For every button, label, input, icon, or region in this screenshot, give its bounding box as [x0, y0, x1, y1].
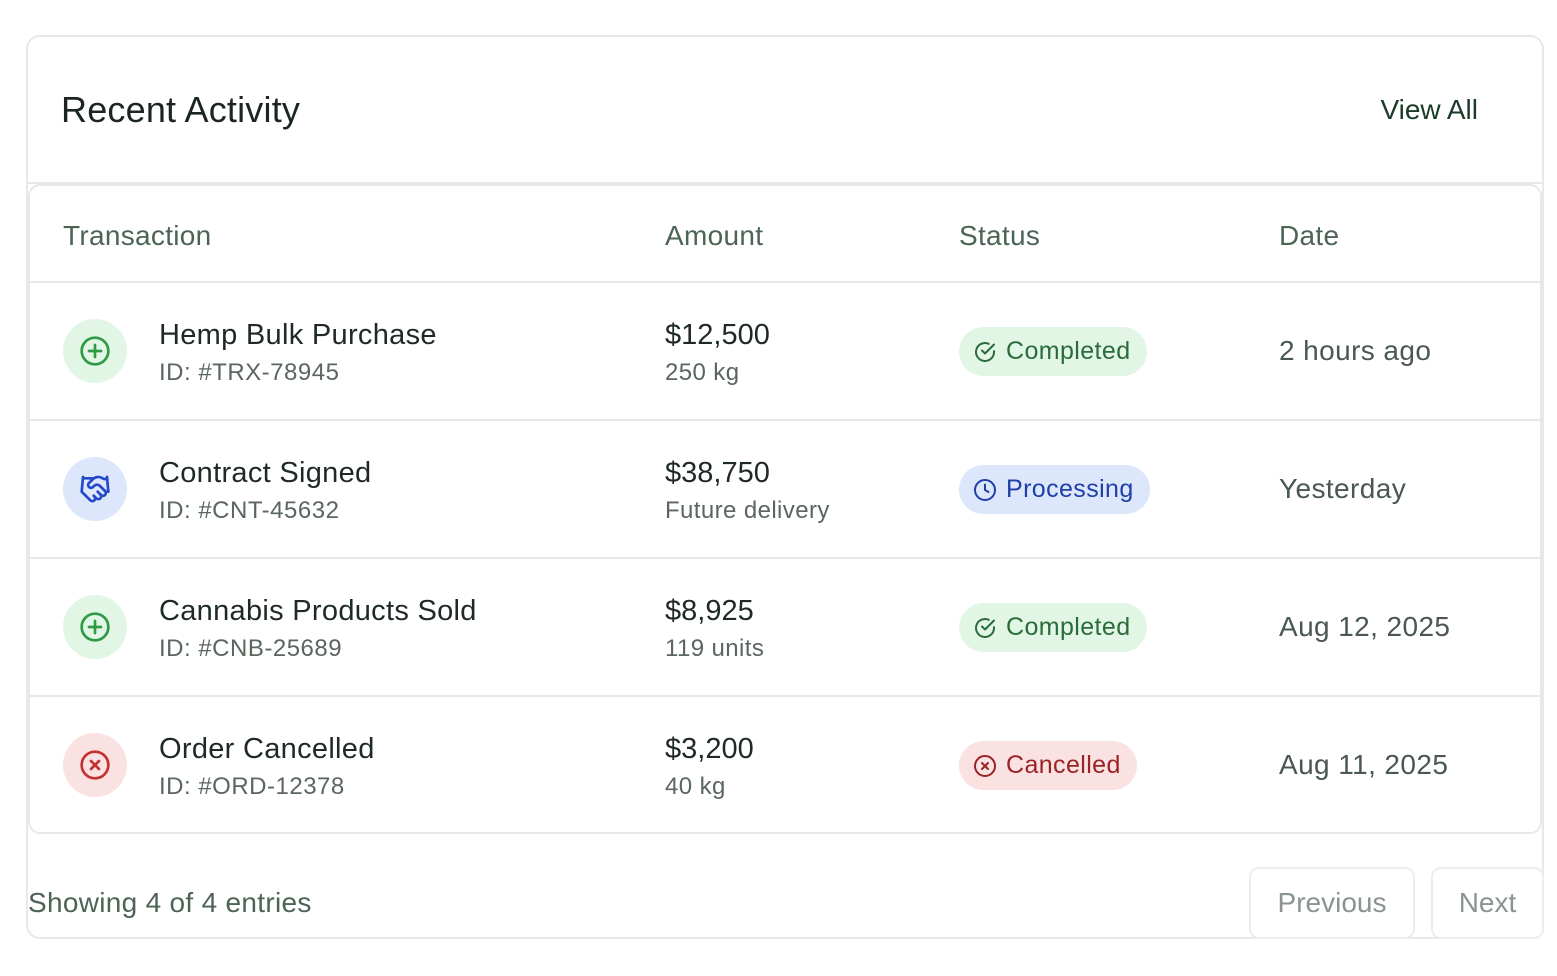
- status-badge: Completed: [959, 327, 1147, 376]
- transaction-date: Yesterday: [1279, 473, 1407, 504]
- column-header-status: Status: [959, 220, 1041, 251]
- recent-activity-card: Recent Activity View All Transaction Amo…: [26, 35, 1544, 939]
- amount-detail: Future delivery: [665, 497, 830, 524]
- amount-detail: 250 kg: [665, 359, 740, 386]
- status-badge: Completed: [959, 603, 1147, 652]
- status-label: Completed: [1006, 613, 1131, 641]
- handshake-icon: [63, 457, 127, 521]
- view-all-link[interactable]: View All: [1380, 94, 1478, 126]
- clock-icon: [973, 478, 997, 502]
- x-circle-icon: [973, 754, 997, 778]
- card-title: Recent Activity: [61, 89, 301, 130]
- table-row[interactable]: Hemp Bulk Purchase ID: #TRX-78945 $12,50…: [30, 283, 1540, 421]
- check-circle-icon: [973, 616, 997, 640]
- transaction-id: ID: #TRX-78945: [159, 359, 340, 386]
- table-header: Transaction Amount Status Date: [30, 186, 1540, 283]
- amount-detail: 119 units: [665, 635, 765, 662]
- transaction-date: Aug 11, 2025: [1279, 749, 1449, 780]
- plus-circle-icon: [63, 595, 127, 659]
- card-header: Recent Activity View All: [28, 37, 1542, 184]
- status-label: Cancelled: [1006, 751, 1121, 779]
- amount-detail: 40 kg: [665, 773, 726, 800]
- table-row[interactable]: Order Cancelled ID: #ORD-12378 $3,200 40…: [30, 697, 1540, 832]
- transaction-id: ID: #CNT-45632: [159, 497, 340, 524]
- column-header-date: Date: [1279, 220, 1340, 251]
- status-label: Processing: [1006, 475, 1134, 503]
- amount-value: $3,200: [665, 733, 754, 765]
- activity-table: Transaction Amount Status Date Hemp Bulk…: [28, 184, 1542, 834]
- plus-circle-icon: [63, 319, 127, 383]
- transaction-id: ID: #ORD-12378: [159, 773, 345, 800]
- transaction-name: Order Cancelled: [159, 733, 375, 765]
- table-row[interactable]: Cannabis Products Sold ID: #CNB-25689 $8…: [30, 559, 1540, 697]
- transaction-date: Aug 12, 2025: [1279, 611, 1451, 642]
- amount-value: $38,750: [665, 457, 770, 489]
- table-row[interactable]: Contract Signed ID: #CNT-45632 $38,750 F…: [30, 421, 1540, 559]
- column-header-amount: Amount: [665, 220, 764, 251]
- next-button[interactable]: Next: [1431, 867, 1544, 939]
- transaction-date: 2 hours ago: [1279, 335, 1432, 366]
- check-circle-icon: [973, 340, 997, 364]
- status-label: Completed: [1006, 337, 1131, 365]
- transaction-id: ID: #CNB-25689: [159, 635, 343, 662]
- x-circle-icon: [63, 733, 127, 797]
- pagination-summary: Showing 4 of 4 entries: [28, 887, 312, 918]
- column-header-transaction: Transaction: [63, 220, 212, 251]
- transaction-name: Cannabis Products Sold: [159, 595, 477, 627]
- status-badge: Cancelled: [959, 741, 1137, 790]
- transaction-name: Hemp Bulk Purchase: [159, 319, 437, 351]
- transaction-name: Contract Signed: [159, 457, 372, 489]
- previous-button[interactable]: Previous: [1249, 867, 1415, 939]
- status-badge: Processing: [959, 465, 1150, 514]
- amount-value: $8,925: [665, 595, 754, 627]
- amount-value: $12,500: [665, 319, 770, 351]
